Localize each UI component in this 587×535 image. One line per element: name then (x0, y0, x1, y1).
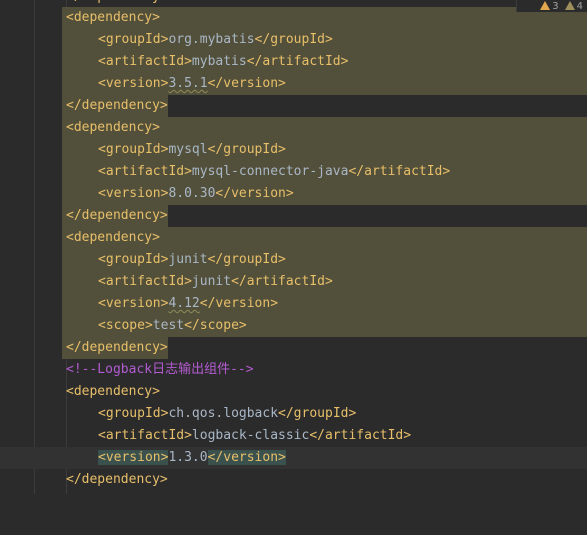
code-line[interactable]: <version>4.12</version> (0, 293, 587, 315)
weak-warning-icon (564, 1, 575, 10)
xml-element: <version>4.12</version> (98, 296, 279, 311)
xml-open-tag: <dependency> (66, 10, 160, 25)
inspection-widget[interactable]: 3 4 (516, 0, 587, 12)
code-line[interactable]: <version>8.0.30</version> (0, 183, 587, 205)
xml-comment: <!--Logback日志输出组件--> (66, 362, 254, 377)
xml-close-tag: </dependency> (66, 98, 168, 113)
xml-element: <artifactId>logback-classic</artifactId> (98, 428, 412, 443)
code-line[interactable]: <dependency> (0, 7, 587, 29)
xml-element: <artifactId>junit</artifactId> (98, 274, 333, 289)
code-line[interactable]: <groupId>ch.qos.logback</groupId> (0, 403, 587, 425)
xml-element: <version>3.5.1</version> (98, 76, 286, 91)
xml-element: <groupId>org.mybatis</groupId> (98, 32, 333, 47)
code-line[interactable]: <artifactId>mysql-connector-java</artifa… (0, 161, 587, 183)
code-line[interactable]: <scope>test</scope> (0, 315, 587, 337)
warning-count[interactable]: 3 (540, 1, 559, 12)
matched-tag-open: <version> (98, 450, 169, 465)
code-line[interactable]: </dependency> (0, 337, 587, 359)
xml-open-tag: <dependency> (66, 120, 160, 135)
version-value-warning: 3.5.1 (168, 76, 208, 91)
code-line[interactable]: <dependency> (0, 227, 587, 249)
code-line[interactable]: <artifactId>mybatis</artifactId> (0, 51, 587, 73)
code-line[interactable]: <artifactId>junit</artifactId> (0, 271, 587, 293)
code-line[interactable]: </dependency> (0, 95, 587, 117)
xml-open-tag: <dependency> (66, 384, 160, 399)
code-line[interactable]: <!--Logback日志输出组件--> (0, 359, 587, 381)
code-line[interactable]: </dependency> (0, 469, 587, 491)
code-line[interactable]: <artifactId>logback-classic</artifactId> (0, 425, 587, 447)
xml-element: <groupId>mysql</groupId> (98, 142, 286, 157)
code-line[interactable]: <dependency> (0, 381, 587, 403)
xml-element: <version>1.3.0</version> (98, 450, 286, 465)
xml-element: <artifactId>mybatis</artifactId> (98, 54, 349, 69)
xml-element: <version>8.0.30</version> (98, 186, 294, 201)
matched-tag-close: </version> (207, 450, 286, 465)
current-line-highlight (0, 447, 587, 469)
xml-close-tag: </dependency> (66, 340, 168, 355)
xml-element: <artifactId>mysql-connector-java</artifa… (98, 164, 451, 179)
code-line[interactable]: <groupId>junit</groupId> (0, 249, 587, 271)
xml-element: <groupId>junit</groupId> (98, 252, 286, 267)
xml-close-tag: </dependency> (66, 208, 168, 223)
code-line[interactable]: <groupId>mysql</groupId> (0, 139, 587, 161)
code-line[interactable]: <groupId>org.mybatis</groupId> (0, 29, 587, 51)
code-editor[interactable]: </dependency> <dependency> <groupId>org.… (0, 0, 587, 494)
xml-open-tag: <dependency> (66, 230, 160, 245)
xml-element: <groupId>ch.qos.logback</groupId> (98, 406, 357, 421)
code-line[interactable]: <version>3.5.1</version> (0, 73, 587, 95)
weak-warning-count[interactable]: 4 (564, 1, 583, 12)
version-value-warning: 4.12 (168, 296, 200, 311)
code-line[interactable]: <dependency> (0, 117, 587, 139)
xml-element: <scope>test</scope> (98, 318, 247, 333)
warning-icon (540, 1, 551, 10)
current-line[interactable]: <version>1.3.0</version> (0, 447, 587, 469)
code-line[interactable]: </dependency> (0, 205, 587, 227)
xml-close-tag: </dependency> (66, 472, 168, 487)
